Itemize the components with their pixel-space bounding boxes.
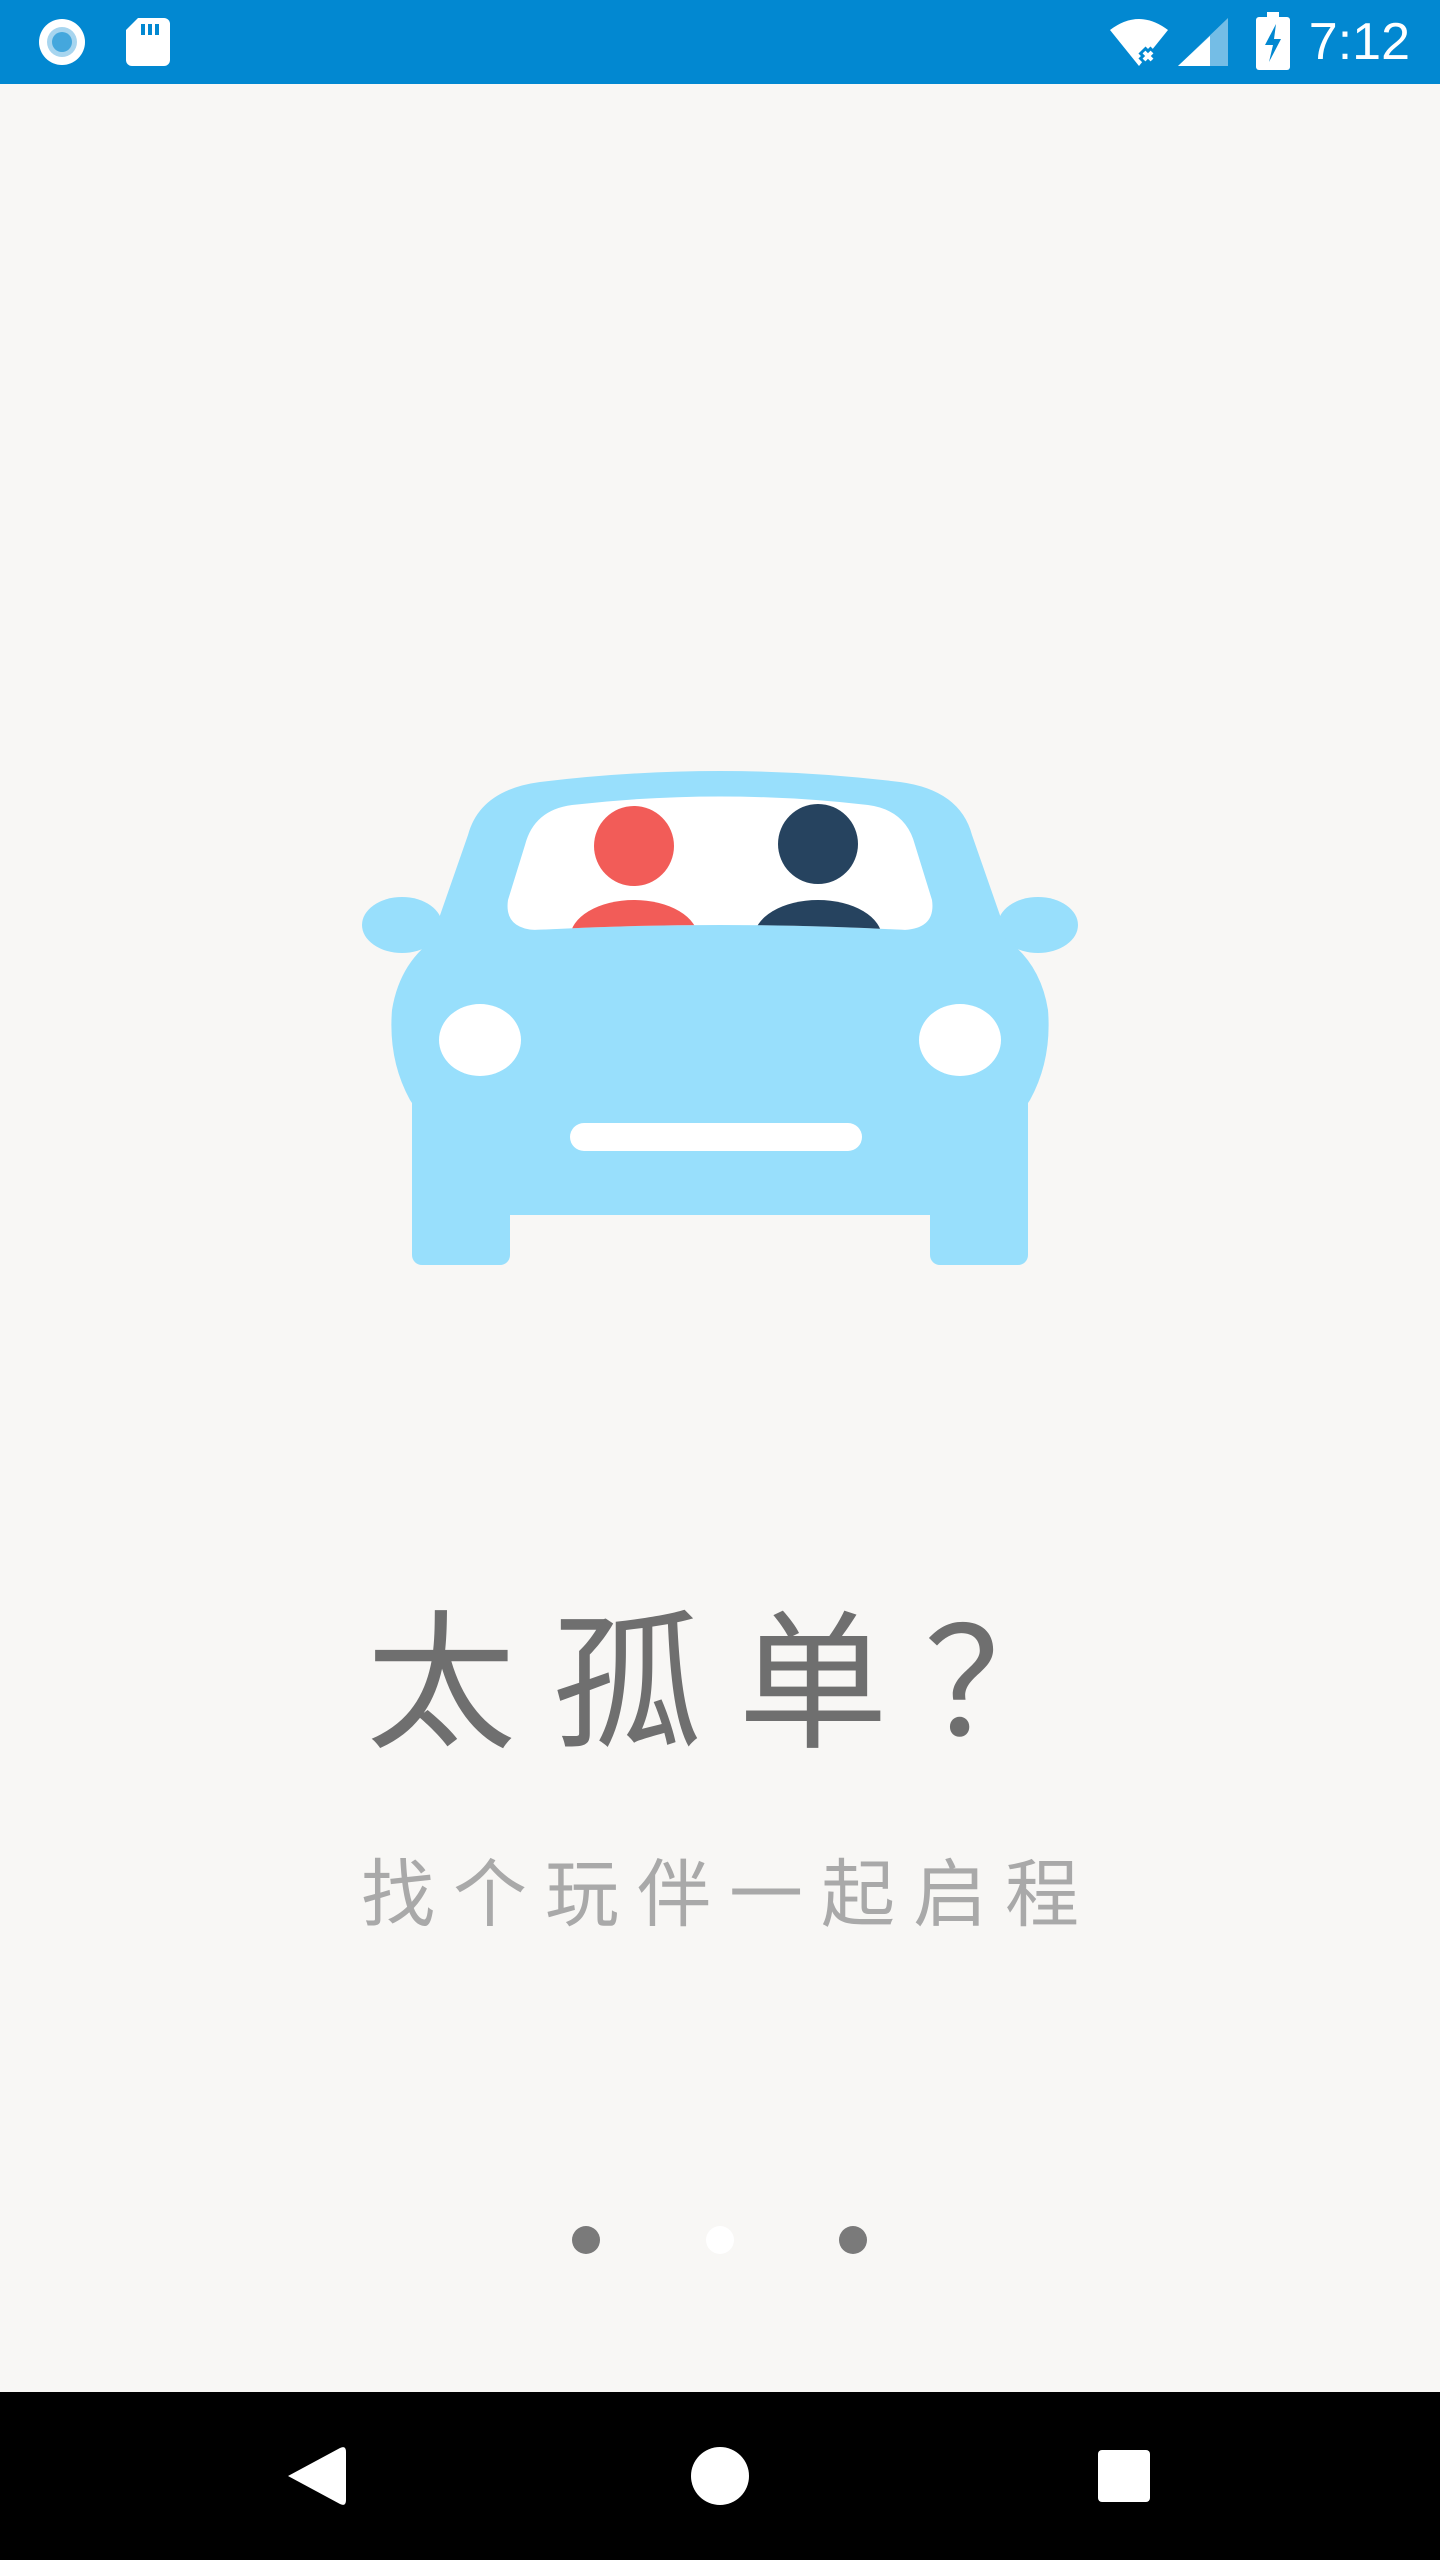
recents-icon[interactable] [1074, 2426, 1174, 2526]
page-dot-3[interactable] [839, 2226, 867, 2254]
notification-circle-icon [36, 16, 88, 68]
page-dot-1[interactable] [572, 2226, 600, 2254]
page-subtitle: 找个玩伴一起启程 [361, 1852, 1097, 1938]
page-dot-2[interactable] [706, 2226, 734, 2254]
sd-card-icon [124, 16, 176, 68]
onboarding-screen: 7:12 太孤单？ 找个玩伴一起启程 [0, 0, 1440, 2560]
car-illustration [340, 760, 1100, 1280]
passenger-right [778, 804, 858, 884]
battery-charging-icon [1256, 12, 1290, 74]
navigation-bar [0, 2392, 1440, 2560]
wifi-no-internet-icon [1108, 16, 1170, 72]
page-indicator [0, 2226, 1440, 2256]
car-icon [362, 771, 1078, 1275]
status-time: 7:12 [1308, 13, 1410, 71]
cell-signal-icon [1176, 16, 1230, 72]
status-bar: 7:12 [0, 0, 1440, 84]
passenger-left [594, 806, 674, 886]
page-title: 太孤单？ [365, 1598, 1110, 1772]
home-icon[interactable] [670, 2426, 770, 2526]
back-icon[interactable] [266, 2426, 366, 2526]
